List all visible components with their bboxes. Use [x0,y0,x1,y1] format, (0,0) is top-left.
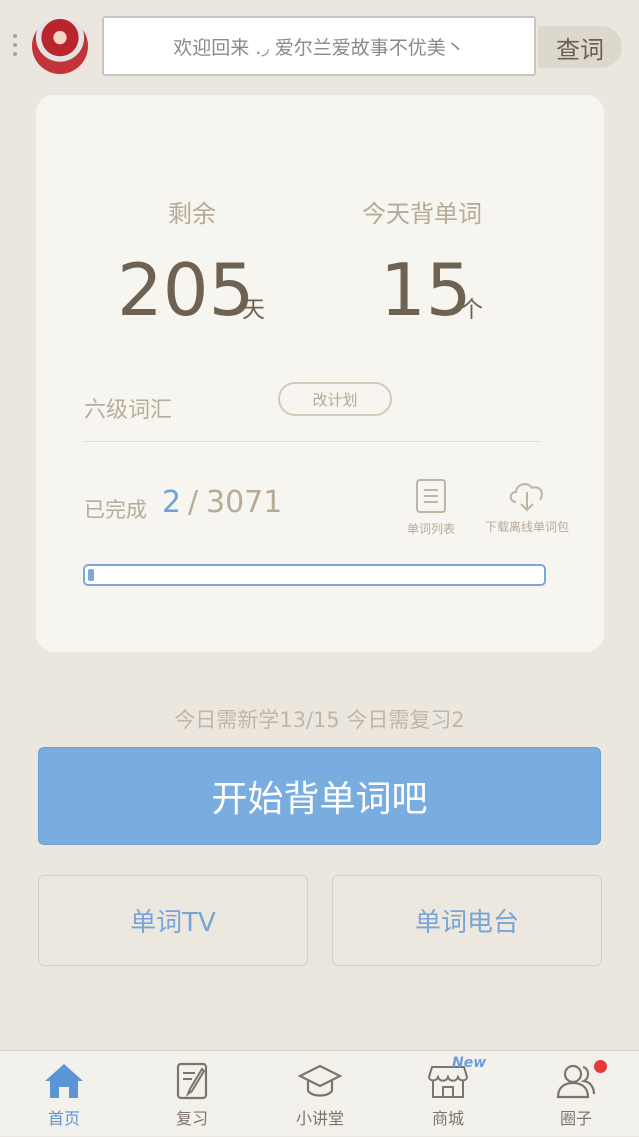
tab-lecture-label: 小讲堂 [295,1109,344,1128]
avatar[interactable] [32,18,88,74]
tab-bar: 首页 复习 小讲堂 商城 圈子 [0,1050,639,1136]
cloud-download-icon [509,483,543,512]
change-plan-button[interactable]: 改计划 [278,382,392,416]
home-icon [45,1064,83,1098]
tab-circle[interactable]: 圈子 [512,1051,639,1137]
notification-dot [594,1060,607,1073]
download-offline-button[interactable]: 下载离线单词包 [476,476,578,535]
new-badge: New [452,1055,487,1071]
today-words: 15 [380,248,472,332]
download-offline-label: 下载离线单词包 [484,520,569,534]
start-learning-button[interactable]: 开始背单词吧 [38,747,601,845]
top-bar: 欢迎回来 .◞ 爱尔兰爱故事不优美丶 查词 [0,0,639,90]
word-list-button[interactable]: 单词列表 [400,478,462,537]
graduation-cap-icon [297,1064,343,1097]
tab-lecture[interactable]: 小讲堂 [256,1051,384,1137]
remaining-days: 205 [117,248,255,332]
lookup-button[interactable]: 查词 [538,26,622,68]
remaining-label: 剩余 [168,200,216,228]
done-slash: / [188,485,199,520]
today-info: 今日需新学13/15 今日需复习2 [174,708,465,732]
tab-review-label: 复习 [175,1109,208,1128]
review-icon [176,1062,208,1100]
tab-shop-label: 商城 [431,1109,464,1128]
word-list-icon [416,479,446,513]
plan-name: 六级词汇 [84,398,173,423]
progress-bar [83,564,546,586]
tab-shop[interactable]: 商城 [384,1051,512,1137]
word-list-label: 单词列表 [406,522,455,536]
done-count: 2 [162,485,182,520]
search-input[interactable]: 欢迎回来 .◞ 爱尔兰爱故事不优美丶 [102,16,536,76]
today-label: 今天背单词 [362,200,482,228]
today-unit: 个 [460,297,483,323]
people-icon [556,1064,596,1099]
more-menu-icon[interactable] [10,34,20,60]
word-radio-button[interactable]: 单词电台 [332,875,602,966]
progress-fill [88,569,94,581]
tab-home[interactable]: 首页 [0,1051,128,1137]
divider [84,441,540,442]
tab-review[interactable]: 复习 [128,1051,256,1137]
tab-circle-label: 圈子 [559,1109,592,1128]
tab-home-label: 首页 [47,1109,80,1128]
done-label: 已完成 [84,498,147,522]
remaining-unit: 天 [242,297,265,323]
done-total: 3071 [206,485,283,520]
word-tv-button[interactable]: 单词TV [38,875,308,966]
